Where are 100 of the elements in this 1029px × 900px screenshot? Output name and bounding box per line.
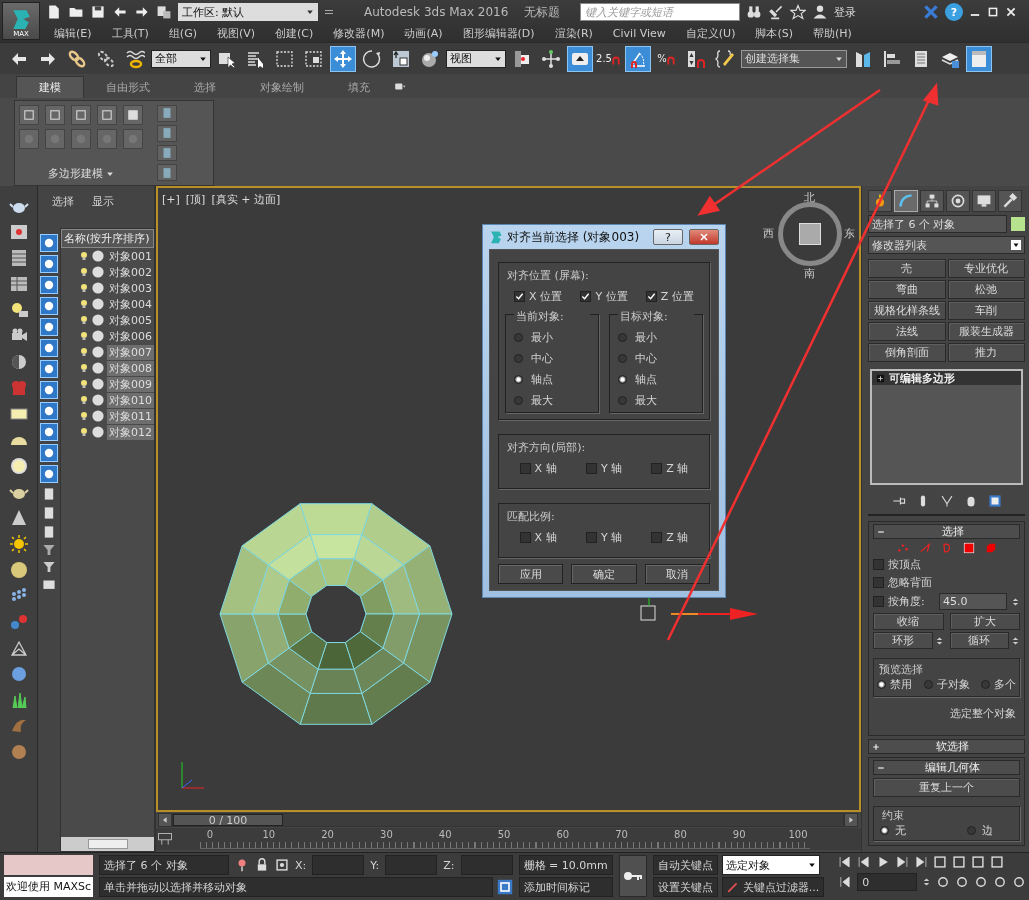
radio-label[interactable]: 最小 bbox=[531, 330, 553, 345]
menu-item[interactable]: 动画(A) bbox=[404, 25, 443, 41]
menu-item[interactable]: 视图(V) bbox=[216, 25, 256, 41]
menu-item[interactable]: 组(G) bbox=[168, 25, 197, 41]
menu-item[interactable]: 编辑(E) bbox=[54, 25, 92, 41]
panel-label[interactable]: 多边形建模 bbox=[48, 166, 103, 181]
timeline-ruler[interactable]: 0 10 20 30 40 50 60 70 80 90 100 bbox=[200, 829, 810, 849]
object-name[interactable]: 对象006 bbox=[107, 328, 154, 344]
radio-label[interactable]: 轴点 bbox=[531, 372, 553, 387]
modifier-button[interactable]: 弯曲 bbox=[868, 280, 946, 299]
modifier-button[interactable]: 规格化样条线 bbox=[868, 301, 946, 320]
rollout-header[interactable]: 编辑几何体 bbox=[873, 760, 1020, 775]
checkbox-label[interactable]: 按顶点 bbox=[888, 557, 921, 572]
key-filters-button[interactable]: 关键点过滤器... bbox=[721, 877, 825, 897]
radio-label[interactable]: 最小 bbox=[635, 330, 657, 345]
dialog-button[interactable]: 取消 bbox=[644, 564, 710, 584]
menu-item[interactable]: 修改器(M) bbox=[333, 25, 385, 41]
checkbox-label[interactable]: Z 位置 bbox=[660, 289, 694, 304]
ribbon-tab[interactable]: 建模 bbox=[16, 76, 84, 98]
compass-label[interactable]: 东 bbox=[844, 226, 855, 241]
object-name[interactable]: 对象005 bbox=[107, 312, 154, 328]
frame-field[interactable]: 0 bbox=[857, 873, 918, 891]
checkbox-label[interactable]: Y 位置 bbox=[595, 289, 628, 304]
modifier-button[interactable]: 车削 bbox=[947, 301, 1025, 320]
object-name[interactable]: 对象002 bbox=[107, 264, 154, 280]
radio-label[interactable]: 最大 bbox=[531, 393, 553, 408]
menu-item[interactable]: 渲染(R) bbox=[554, 25, 593, 41]
ribbon-tab[interactable]: 对象绘制 bbox=[238, 76, 326, 98]
checkbox-label[interactable]: Y 轴 bbox=[600, 530, 623, 545]
radio-label[interactable]: 边 bbox=[982, 823, 993, 838]
menu-item[interactable]: 自定义(U) bbox=[685, 25, 736, 41]
sign-in-link[interactable]: 登录 bbox=[834, 4, 857, 20]
checkbox-label[interactable]: 忽略背面 bbox=[888, 575, 932, 590]
selection-button[interactable]: 循环 bbox=[949, 632, 1009, 649]
compass-label[interactable]: 北 bbox=[804, 190, 815, 205]
radio-label[interactable]: 多个 bbox=[994, 677, 1016, 692]
toolbar-dropdown[interactable]: 视图 bbox=[446, 49, 506, 68]
explorer-tab[interactable]: 选择 bbox=[52, 193, 74, 209]
menu-item[interactable]: 脚本(S) bbox=[755, 25, 793, 41]
set-key-text-button[interactable]: 设置关键点 bbox=[652, 877, 718, 897]
modifier-button[interactable]: 壳 bbox=[868, 259, 946, 278]
snap-button[interactable]: 2.5 bbox=[596, 45, 622, 72]
radio-label[interactable]: 禁用 bbox=[890, 677, 912, 692]
object-name[interactable]: 对象009 bbox=[107, 376, 154, 392]
auto-key-button[interactable]: 自动关键点 bbox=[652, 855, 718, 875]
object-name[interactable]: 对象004 bbox=[107, 296, 154, 312]
modifier-button[interactable]: 法线 bbox=[868, 322, 946, 341]
viewport-label[interactable]: [真实 + 边面] bbox=[211, 192, 281, 207]
checkbox-label[interactable]: Y 轴 bbox=[600, 461, 623, 476]
compass-label[interactable]: 南 bbox=[804, 266, 815, 281]
menu-item[interactable]: Civil View bbox=[612, 26, 666, 40]
object-name[interactable]: 对象007 bbox=[107, 344, 154, 360]
modifier-button[interactable]: 推力 bbox=[947, 343, 1025, 362]
selection-button[interactable]: 收缩 bbox=[873, 613, 944, 630]
selection-button[interactable]: 环形 bbox=[873, 632, 933, 649]
checkbox-label[interactable]: X 位置 bbox=[529, 289, 563, 304]
menu-item[interactable]: 创建(C) bbox=[275, 25, 314, 41]
modifier-button[interactable]: 倒角剖面 bbox=[868, 343, 946, 362]
compass-label[interactable]: 西 bbox=[763, 226, 774, 241]
checkbox-label[interactable]: 按角度: bbox=[888, 594, 925, 609]
toolbar-dropdown[interactable]: 全部 bbox=[151, 49, 211, 68]
modifier-button[interactable]: 松弛 bbox=[947, 280, 1025, 299]
time-slider-thumb[interactable]: 0 / 100 bbox=[173, 814, 283, 826]
modifier-button[interactable]: 专业优化 bbox=[947, 259, 1025, 278]
object-name[interactable]: 对象001 bbox=[107, 248, 154, 264]
menu-item[interactable]: 工具(T) bbox=[111, 25, 149, 41]
rollout-header[interactable]: 选择 bbox=[873, 524, 1020, 539]
object-name[interactable]: 对象012 bbox=[107, 424, 154, 440]
menu-item[interactable]: 帮助(H) bbox=[813, 25, 852, 41]
checkbox-label[interactable]: Z 轴 bbox=[666, 461, 689, 476]
radio-label[interactable]: 子对象 bbox=[936, 677, 970, 692]
help-button[interactable]: ? bbox=[653, 229, 683, 245]
ribbon-tab[interactable]: 填充 bbox=[326, 76, 392, 98]
angle-field[interactable]: 45.0 bbox=[939, 593, 1007, 610]
repeat-last-button[interactable]: 重复上一个 bbox=[873, 778, 1020, 797]
key-mode-dropdown[interactable]: 选定对象 bbox=[721, 855, 820, 875]
object-name[interactable]: 对象003 bbox=[107, 280, 154, 296]
checkbox-label[interactable]: X 轴 bbox=[534, 530, 557, 545]
dialog-button[interactable]: 应用 bbox=[498, 564, 564, 584]
radio-label[interactable]: 中心 bbox=[635, 351, 657, 366]
radio-label[interactable]: 最大 bbox=[635, 393, 657, 408]
modifier-list-dropdown[interactable]: 修改器列表 bbox=[868, 236, 1025, 254]
column-header[interactable]: 名称(按升序排序) bbox=[61, 229, 154, 248]
checkbox-label[interactable]: Z 轴 bbox=[666, 530, 689, 545]
menu-item[interactable]: 图形编辑器(D) bbox=[462, 25, 535, 41]
radio-label[interactable]: 中心 bbox=[531, 351, 553, 366]
radio-label[interactable]: 轴点 bbox=[635, 372, 657, 387]
snap-button[interactable]: % bbox=[654, 45, 680, 72]
object-name[interactable]: 对象011 bbox=[107, 408, 154, 424]
add-time-tag-button[interactable]: 添加时间标记 bbox=[518, 877, 613, 897]
checkbox-label[interactable]: X 轴 bbox=[534, 461, 557, 476]
dialog-button[interactable]: 确定 bbox=[571, 564, 637, 584]
viewport-label[interactable]: [+] bbox=[162, 193, 180, 206]
rollout-header[interactable]: 软选择 bbox=[868, 739, 1025, 754]
object-name[interactable]: 对象008 bbox=[107, 360, 154, 376]
object-name-field[interactable]: 选择了 6 个 对象 bbox=[868, 215, 1007, 233]
workspace-dropdown[interactable]: 工作区: 默认 bbox=[178, 3, 318, 21]
radio-label[interactable]: 无 bbox=[895, 823, 906, 838]
modifier-button[interactable]: 服装生成器 bbox=[947, 322, 1025, 341]
viewport-label[interactable]: [顶] bbox=[185, 192, 206, 207]
